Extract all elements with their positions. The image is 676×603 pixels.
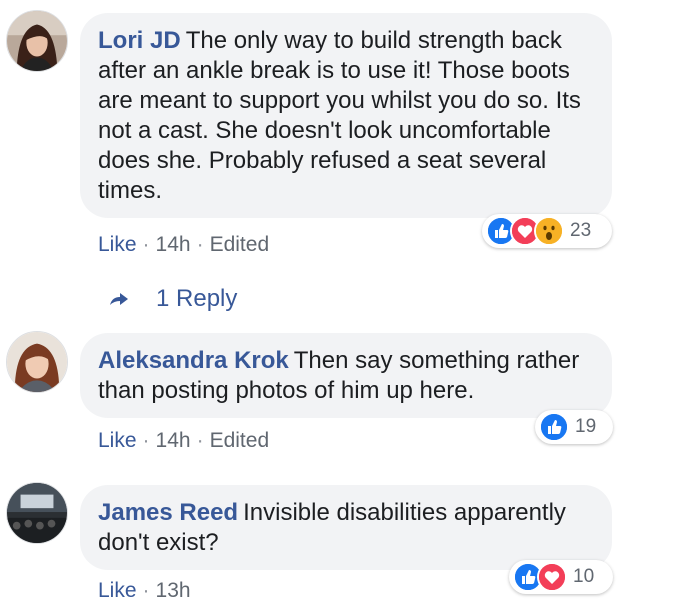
edited-label[interactable]: Edited xyxy=(210,429,270,452)
comment-actions: Like · 13h xyxy=(98,579,191,603)
avatar-photo-icon xyxy=(7,483,67,543)
reaction-count: 19 xyxy=(575,416,597,437)
timestamp[interactable]: 14h xyxy=(156,233,191,256)
reaction-count: 10 xyxy=(573,566,595,587)
separator-dot: · xyxy=(142,579,150,602)
avatar[interactable] xyxy=(6,331,68,393)
like-button[interactable]: Like xyxy=(98,579,137,602)
like-button[interactable]: Like xyxy=(98,429,137,452)
timestamp[interactable]: 14h xyxy=(156,429,191,452)
comment-actions: Like · 14h · Edited xyxy=(98,233,269,257)
avatar-photo-icon xyxy=(7,332,67,392)
view-replies-link[interactable]: 1 Reply xyxy=(108,285,237,313)
edited-label[interactable]: Edited xyxy=(210,233,270,256)
reaction-count: 23 xyxy=(570,220,592,241)
avatar[interactable] xyxy=(6,10,68,72)
like-button[interactable]: Like xyxy=(98,233,137,256)
avatar[interactable] xyxy=(6,482,68,544)
comment-bubble: Lori JD The only way to build strength ba… xyxy=(80,13,612,218)
reply-count-label: 1 Reply xyxy=(156,285,238,312)
wow-icon xyxy=(534,216,564,246)
separator-dot: · xyxy=(142,233,150,256)
reaction-summary[interactable]: 19 xyxy=(535,410,613,444)
reaction-summary[interactable]: 10 xyxy=(509,560,613,594)
comment-author[interactable]: James Reed xyxy=(98,499,238,526)
avatar-photo-icon xyxy=(7,11,67,71)
comment-bubble: Aleksandra Krok Then say something rather… xyxy=(80,333,612,418)
separator-dot: · xyxy=(196,233,204,256)
comment-bubble: James Reed Invisible disabilities apparen… xyxy=(80,485,612,570)
like-icon xyxy=(539,412,569,442)
comment-actions: Like · 14h · Edited xyxy=(98,429,269,453)
timestamp[interactable]: 13h xyxy=(156,579,191,602)
love-icon xyxy=(537,562,567,592)
separator-dot: · xyxy=(196,429,204,452)
comment-author[interactable]: Lori JD xyxy=(98,27,181,54)
separator-dot: · xyxy=(142,429,150,452)
reaction-summary[interactable]: 23 xyxy=(482,214,612,248)
reply-arrow-icon xyxy=(110,293,128,305)
comment-author[interactable]: Aleksandra Krok xyxy=(98,347,289,374)
